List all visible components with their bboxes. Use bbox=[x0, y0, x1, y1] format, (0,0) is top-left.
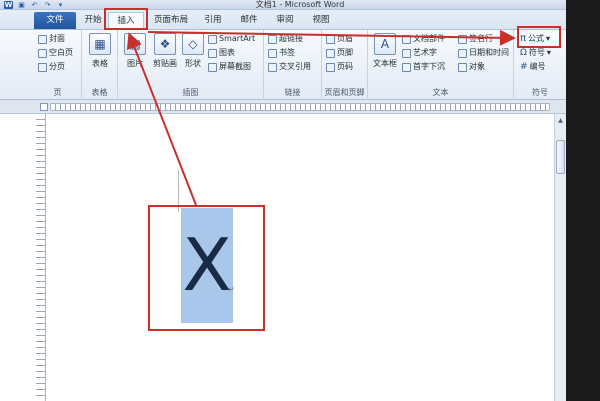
header-button[interactable]: 页眉 bbox=[326, 33, 353, 45]
group-label-symbols: 符号 bbox=[532, 88, 548, 97]
signature-line-icon bbox=[458, 34, 467, 44]
document-page[interactable] bbox=[46, 114, 554, 401]
group-label-tables: 表格 bbox=[91, 88, 108, 97]
page-break-icon bbox=[38, 62, 47, 72]
tab-page-layout[interactable]: 页面布局 bbox=[150, 12, 192, 29]
vertical-scrollbar[interactable]: ▲ bbox=[554, 114, 566, 401]
horizontal-ruler[interactable] bbox=[50, 103, 550, 111]
picture-icon: ▨ bbox=[124, 33, 146, 55]
text-box-icon: A bbox=[374, 33, 396, 55]
hyperlink-icon bbox=[268, 34, 277, 44]
group-label-text: 文本 bbox=[432, 88, 449, 97]
insert-tab-highlight bbox=[104, 8, 148, 30]
clip-art-button[interactable]: ❖ 剪贴画 bbox=[150, 33, 180, 69]
window-title: 文档1 - Microsoft Word bbox=[255, 0, 345, 9]
group-text: A 文本框 文档部件 艺术字 首字下沉 签名行 日期和时间 对象 文本 bbox=[368, 30, 514, 100]
drop-cap-button[interactable]: 首字下沉 bbox=[402, 61, 445, 73]
wordart-icon bbox=[402, 48, 411, 58]
numbering-icon: # bbox=[520, 62, 528, 72]
number-button[interactable]: # 编号 bbox=[520, 61, 546, 73]
bookmark-icon bbox=[268, 48, 277, 58]
footer-icon bbox=[326, 48, 335, 58]
hyperlink-button[interactable]: 超链接 bbox=[268, 33, 303, 45]
chevron-down-icon: ▾ bbox=[546, 48, 551, 57]
header-icon bbox=[326, 34, 335, 44]
cover-page-button[interactable]: 封面 bbox=[38, 33, 65, 45]
selection-highlight bbox=[148, 205, 265, 331]
tab-home[interactable]: 开始 bbox=[80, 12, 106, 29]
group-illustrations: ▨ 图片 ❖ 剪贴画 ◇ 形状 SmartArt 图表 屏幕截图 插图 bbox=[118, 30, 264, 100]
group-header-footer: 页眉 页脚 页码 页眉和页脚 bbox=[322, 30, 368, 100]
tab-mailings[interactable]: 邮件 bbox=[234, 12, 264, 29]
screenshot-button[interactable]: 屏幕截图 bbox=[208, 61, 251, 73]
group-label-links: 链接 bbox=[284, 88, 301, 97]
object-icon bbox=[458, 62, 467, 72]
blank-page-icon bbox=[38, 48, 47, 58]
page-break-button[interactable]: 分页 bbox=[38, 61, 65, 73]
object-button[interactable]: 对象 bbox=[458, 61, 485, 73]
chart-button[interactable]: 图表 bbox=[208, 47, 235, 59]
tab-file[interactable]: 文件 bbox=[34, 12, 76, 29]
window-edge bbox=[566, 0, 600, 401]
table-icon: ▦ bbox=[89, 33, 111, 55]
shapes-icon: ◇ bbox=[182, 33, 204, 55]
signature-line-button[interactable]: 签名行 bbox=[458, 33, 493, 45]
cross-reference-icon bbox=[268, 62, 277, 72]
cross-reference-button[interactable]: 交叉引用 bbox=[268, 61, 311, 73]
page-number-icon bbox=[326, 62, 335, 72]
cover-page-icon bbox=[38, 34, 47, 44]
footer-button[interactable]: 页脚 bbox=[326, 47, 353, 59]
smartart-button[interactable]: SmartArt bbox=[208, 33, 255, 45]
picture-button[interactable]: ▨ 图片 bbox=[120, 33, 150, 69]
ribbon: 封面 空白页 分页 页 ▦ 表格 表格 ▨ 图片 ❖ 剪贴画 ◇ 形状 Smar… bbox=[0, 30, 600, 100]
scroll-thumb[interactable] bbox=[556, 140, 565, 174]
tab-references[interactable]: 引用 bbox=[198, 12, 228, 29]
omega-icon: Ω bbox=[520, 48, 527, 58]
horizontal-ruler-bar bbox=[0, 100, 600, 114]
scroll-up-icon[interactable]: ▲ bbox=[556, 116, 565, 125]
bookmark-button[interactable]: 书签 bbox=[268, 47, 295, 59]
date-time-icon bbox=[458, 48, 467, 58]
quick-parts-button[interactable]: 文档部件 bbox=[402, 33, 445, 45]
vertical-ruler[interactable] bbox=[36, 114, 46, 401]
quick-parts-icon bbox=[402, 34, 411, 44]
group-label-pages: 页 bbox=[53, 88, 62, 97]
tab-review[interactable]: 审阅 bbox=[270, 12, 300, 29]
group-label-illustrations: 插图 bbox=[182, 88, 199, 97]
symbol-button[interactable]: Ω 符号 ▾ bbox=[520, 47, 551, 59]
ribbon-tabs: 文件 开始 插入 页面布局 引用 邮件 审阅 视图 ⌃ ? bbox=[0, 10, 600, 30]
table-button[interactable]: ▦ 表格 bbox=[85, 33, 115, 69]
group-tables: ▦ 表格 表格 bbox=[82, 30, 118, 100]
drop-cap-icon bbox=[402, 62, 411, 72]
equation-highlight bbox=[517, 26, 561, 48]
date-time-button[interactable]: 日期和时间 bbox=[458, 47, 509, 59]
blank-page-button[interactable]: 空白页 bbox=[38, 47, 73, 59]
page-number-button[interactable]: 页码 bbox=[326, 61, 353, 73]
text-box-button[interactable]: A 文本框 bbox=[370, 33, 400, 69]
clip-art-icon: ❖ bbox=[154, 33, 176, 55]
screenshot-icon bbox=[208, 62, 217, 72]
wordart-button[interactable]: 艺术字 bbox=[402, 47, 437, 59]
smartart-icon bbox=[208, 34, 217, 44]
shapes-button[interactable]: ◇ 形状 bbox=[178, 33, 208, 69]
group-label-header-footer: 页眉和页脚 bbox=[324, 88, 365, 97]
tab-selector[interactable] bbox=[40, 103, 48, 111]
title-bar: W ▣ ↶ ↷ ▾ 文档1 - Microsoft Word – □ ✕ bbox=[0, 0, 600, 10]
tab-view[interactable]: 视图 bbox=[306, 12, 336, 29]
group-pages: 封面 空白页 分页 页 bbox=[34, 30, 82, 100]
chart-icon bbox=[208, 48, 217, 58]
group-links: 超链接 书签 交叉引用 链接 bbox=[264, 30, 322, 100]
